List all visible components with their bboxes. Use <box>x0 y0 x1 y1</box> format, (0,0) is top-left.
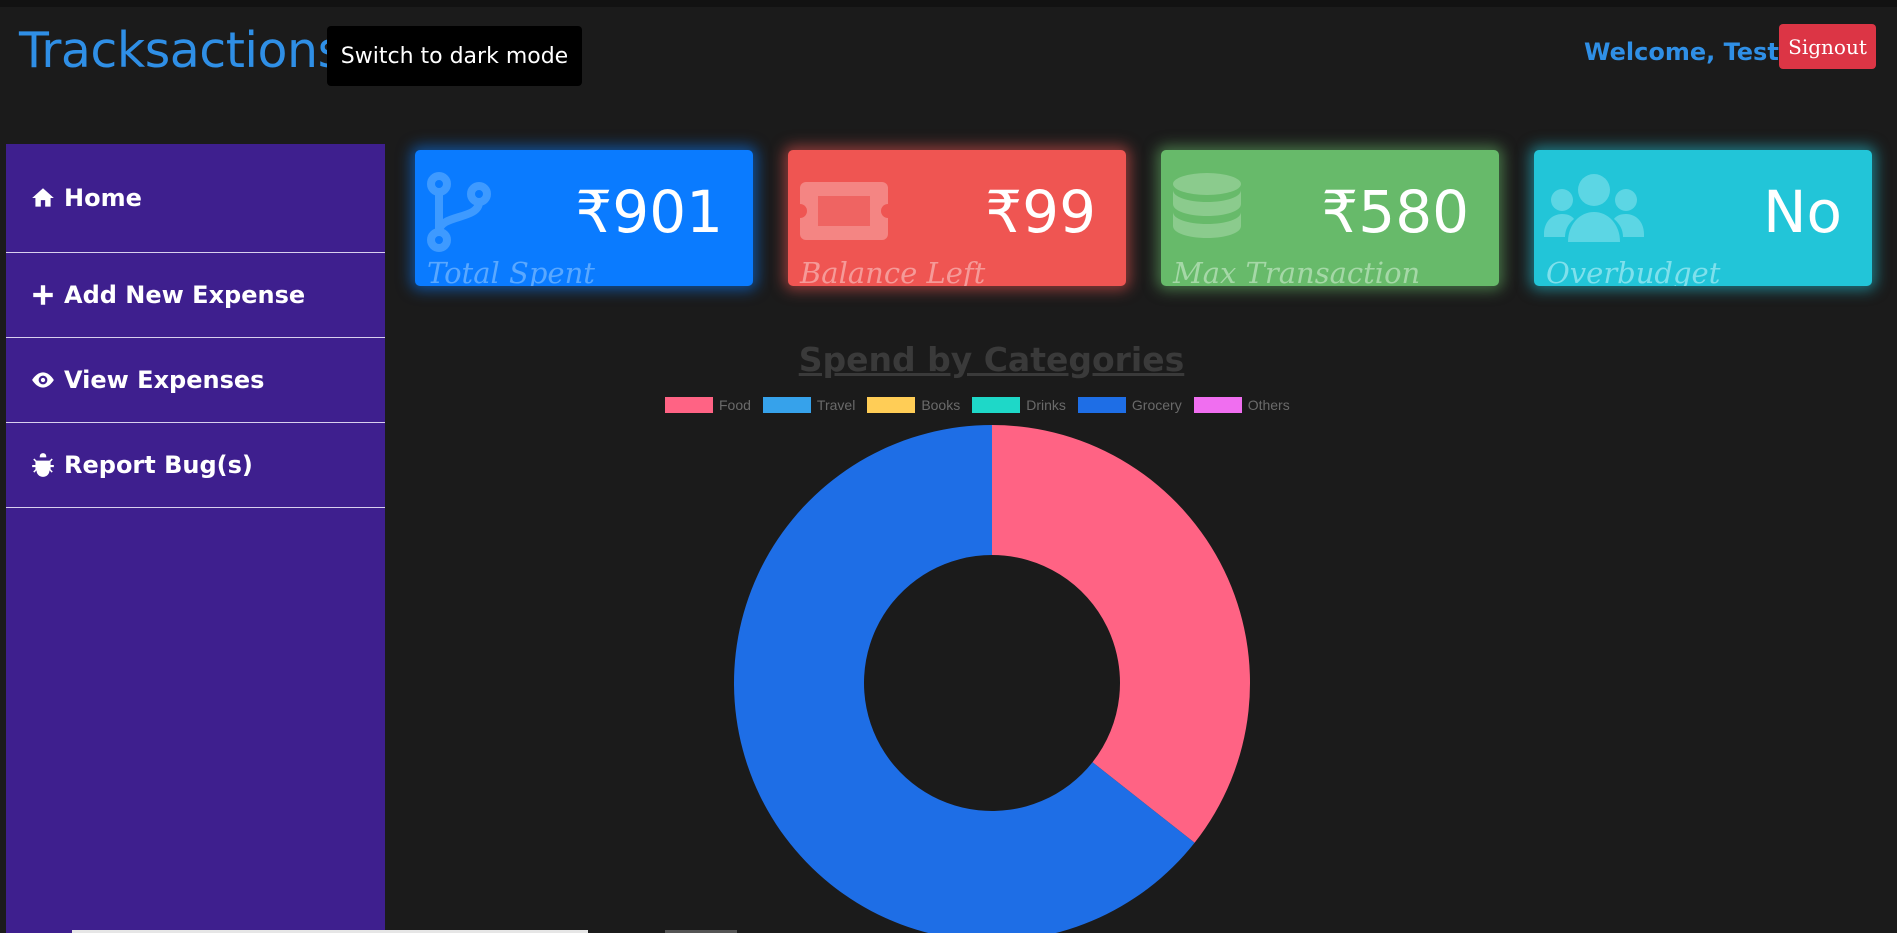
home-icon <box>32 188 54 207</box>
legend-swatch <box>1077 397 1126 413</box>
legend-swatch <box>867 397 916 413</box>
legend-item[interactable]: Books <box>867 397 960 413</box>
sidebar-item-label: Home <box>64 184 142 212</box>
stat-label: Total Spent <box>427 256 595 286</box>
sidebar-item-label: Report Bug(s) <box>64 451 253 479</box>
users-icon <box>1544 174 1644 242</box>
sidebar-item-label: Add New Expense <box>64 281 306 309</box>
legend-label: Books <box>921 397 961 413</box>
dark-mode-toggle-button[interactable]: Switch to dark mode <box>327 26 582 86</box>
legend-label: Travel <box>816 397 856 413</box>
legend-item[interactable]: Food <box>665 397 751 413</box>
sidebar-item-view-expenses[interactable]: View Expenses <box>6 338 385 423</box>
ticket-icon <box>798 182 890 240</box>
sidebar: Home Add New Expense View Expenses Repor… <box>6 144 385 933</box>
stat-label: Max Transaction <box>1173 256 1421 286</box>
stat-value: ₹901 <box>575 178 723 246</box>
eye-icon <box>32 372 54 388</box>
window-top-bar <box>0 0 1897 7</box>
stat-card-total-spent: ₹901 Total Spent <box>415 150 753 286</box>
sidebar-item-add-expense[interactable]: Add New Expense <box>6 253 385 338</box>
welcome-text: Welcome, Test <box>1584 38 1779 66</box>
legend-item[interactable]: Grocery <box>1077 397 1182 413</box>
sidebar-item-home[interactable]: Home <box>6 144 385 253</box>
legend-item[interactable]: Drinks <box>972 397 1066 413</box>
stat-value: ₹580 <box>1321 178 1469 246</box>
donut-chart <box>734 425 1250 933</box>
legend-item[interactable]: Others <box>1193 397 1290 413</box>
legend-swatch <box>972 397 1021 413</box>
signout-button[interactable]: Signout <box>1779 24 1876 69</box>
legend-swatch <box>665 397 713 413</box>
legend-label: Others <box>1247 397 1290 413</box>
stat-value: No <box>1763 178 1842 246</box>
code-branch-icon <box>427 172 491 252</box>
legend-swatch <box>1193 397 1242 413</box>
sidebar-item-report-bug[interactable]: Report Bug(s) <box>6 423 385 508</box>
stat-value: ₹99 <box>985 178 1096 246</box>
stat-card-overbudget: No Overbudget <box>1534 150 1872 286</box>
legend-item[interactable]: Travel <box>762 397 856 413</box>
database-icon <box>1173 173 1241 238</box>
legend-swatch <box>762 397 811 413</box>
sidebar-item-label: View Expenses <box>64 366 265 394</box>
stat-card-max-transaction: ₹580 Max Transaction <box>1161 150 1499 286</box>
plus-icon <box>33 285 53 305</box>
donut-slice-food[interactable] <box>992 425 1250 843</box>
stat-label: Balance Left <box>800 256 986 286</box>
stat-label: Overbudget <box>1546 256 1721 286</box>
bug-icon <box>32 453 54 477</box>
chart-legend: Food Travel Books Drinks Grocery Others <box>665 397 1292 413</box>
stat-card-balance-left: ₹99 Balance Left <box>788 150 1126 286</box>
brand-title[interactable]: Tracksactions <box>19 22 343 79</box>
legend-label: Grocery <box>1131 397 1182 413</box>
chart-title: Spend by Categories <box>798 340 1185 379</box>
legend-label: Food <box>719 397 751 413</box>
legend-label: Drinks <box>1026 397 1066 413</box>
